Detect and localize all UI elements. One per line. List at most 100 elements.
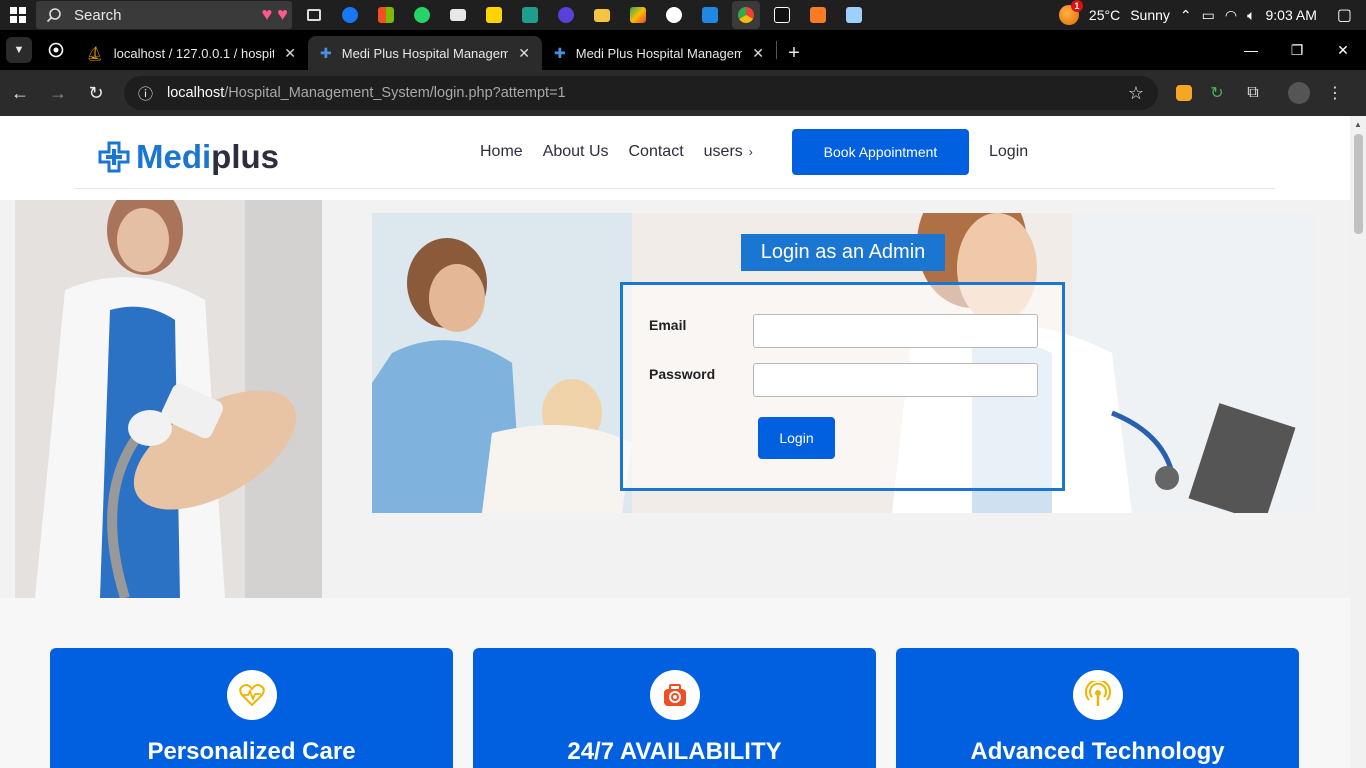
tr-app-icon[interactable] — [768, 1, 796, 29]
profile-avatar-icon[interactable] — [1288, 82, 1310, 104]
reload-icon[interactable]: ↻ — [78, 75, 114, 111]
nav-contact[interactable]: Contact — [629, 143, 684, 161]
features-section: Personalized Care 24/7 AVAILABILITY Adva… — [0, 598, 1350, 768]
close-icon[interactable]: ✕ — [518, 45, 530, 62]
main-nav: Home About Us Contact users › — [480, 143, 753, 161]
weather-temp: 25°C — [1088, 7, 1121, 23]
chevron-right-icon: › — [748, 145, 753, 159]
feature-title: 24/7 AVAILABILITY — [567, 738, 782, 765]
password-label: Password — [649, 366, 716, 382]
header-divider — [75, 188, 1275, 189]
tab-search-button[interactable]: ▼ — [0, 30, 38, 70]
plus-icon: + — [788, 41, 800, 64]
window-close-icon[interactable]: ✕ — [1320, 30, 1366, 70]
notification-icon[interactable]: ▢ — [1337, 5, 1352, 25]
web-page: Mediplus Home About Us Contact users › Bo… — [0, 116, 1350, 768]
login-submit-button[interactable]: Login — [758, 417, 835, 459]
whatsapp-icon[interactable] — [408, 1, 436, 29]
restore-icon[interactable]: ❐ — [1274, 30, 1320, 70]
url-path: /Hospital_Management_System/login.php?at… — [224, 85, 566, 101]
nav-about-us[interactable]: About Us — [543, 143, 609, 161]
feature-title: Personalized Care — [147, 738, 356, 765]
heart-pulse-icon — [227, 670, 277, 720]
windows-taskbar: Search ♥ ♥ 1 25°C Sunny ⌃ ▭ ◠ 🔈︎ 9:03 AM… — [0, 0, 1366, 30]
taskbar-search[interactable]: Search ♥ ♥ — [36, 1, 292, 29]
login-title: Login as an Admin — [741, 234, 945, 271]
nav-users-label: users — [703, 143, 743, 160]
extension-green-icon[interactable]: ↻ — [1206, 82, 1228, 104]
logo-text-plus: plus — [211, 138, 280, 175]
app-circle-icon[interactable] — [552, 1, 580, 29]
scrollbar-thumb[interactable] — [1354, 134, 1363, 234]
more-menu-icon[interactable]: ⋮ — [1324, 82, 1346, 104]
page-scrollbar[interactable]: ▲ — [1350, 116, 1366, 768]
weather-badge: 1 — [1070, 0, 1083, 12]
pinned-tab-chatgpt[interactable] — [38, 30, 74, 70]
windows-start-button[interactable] — [0, 0, 36, 30]
xampp-icon[interactable] — [804, 1, 832, 29]
file-explorer-icon[interactable] — [588, 1, 616, 29]
tab-medi-plus[interactable]: ✚ Medi Plus Hospital Managemen ✕ — [542, 36, 776, 70]
taskbar-search-placeholder: Search — [74, 6, 122, 24]
hero-section: Login as an Admin Email Password Login — [0, 200, 1350, 598]
chevron-up-icon[interactable]: ⌃ — [1180, 7, 1192, 24]
broadcast-icon — [1073, 670, 1123, 720]
site-logo[interactable]: Mediplus — [98, 138, 279, 176]
doctor-treatment-photo — [15, 200, 322, 598]
extensions-puzzle-icon[interactable]: ⧉ — [1242, 82, 1264, 104]
close-icon[interactable]: ✕ — [752, 45, 764, 62]
nav-home[interactable]: Home — [480, 143, 523, 161]
browser-toolbar: ← → ↻ ⓘ localhost/Hospital_Management_Sy… — [0, 70, 1366, 116]
weather-condition: Sunny — [1130, 7, 1170, 23]
feature-title: Advanced Technology — [970, 738, 1225, 765]
chrome-icon[interactable] — [732, 1, 760, 29]
chatgpt-icon — [48, 42, 64, 58]
url-host: localhost — [167, 85, 225, 101]
bookmark-star-icon[interactable]: ☆ — [1128, 83, 1144, 104]
logo-text-medi: Medi — [136, 138, 212, 175]
new-tab-button[interactable]: + — [777, 36, 811, 70]
email-field[interactable] — [753, 314, 1038, 348]
mediplus-favicon-icon: ✚ — [554, 44, 566, 61]
tab-title: Medi Plus Hospital Managemen — [575, 45, 743, 61]
sticky-notes-icon[interactable] — [480, 1, 508, 29]
forward-icon[interactable]: → — [40, 75, 76, 111]
wifi-icon[interactable]: ◠ — [1225, 7, 1237, 24]
close-icon[interactable]: ✕ — [284, 45, 296, 62]
vscode-icon[interactable] — [696, 1, 724, 29]
feature-card-availability: 24/7 AVAILABILITY — [473, 648, 876, 768]
mail-icon[interactable] — [444, 1, 472, 29]
extension-orange-icon[interactable] — [1176, 85, 1192, 101]
volume-icon[interactable]: 🔈︎ — [1247, 7, 1255, 24]
photos-icon[interactable] — [624, 1, 652, 29]
windows-logo-icon — [10, 7, 26, 23]
microsoft-store-icon[interactable] — [372, 1, 400, 29]
scroll-up-arrow-icon[interactable]: ▲ — [1354, 120, 1362, 129]
admin-login-form: Email Password Login — [620, 282, 1065, 491]
header-login-link[interactable]: Login — [989, 143, 1028, 161]
address-bar[interactable]: ⓘ localhost/Hospital_Management_System/l… — [124, 76, 1158, 110]
feature-card-advanced-technology: Advanced Technology — [896, 648, 1299, 768]
nav-users-dropdown[interactable]: users › — [704, 143, 753, 161]
site-info-icon[interactable]: ⓘ — [138, 83, 153, 104]
clock-time[interactable]: 9:03 AM — [1266, 7, 1317, 23]
browser-tab-strip: ▼ ⛵︎ localhost / 127.0.0.1 / hospital / … — [0, 30, 1366, 70]
weather-icon[interactable]: 1 — [1058, 0, 1083, 25]
feature-card-personalized-care: Personalized Care — [50, 648, 453, 768]
task-view-icon[interactable] — [300, 1, 328, 29]
battery-icon[interactable]: ▭ — [1202, 7, 1215, 24]
email-label: Email — [649, 317, 687, 333]
minimize-icon[interactable]: — — [1228, 30, 1274, 70]
password-field[interactable] — [753, 363, 1038, 397]
tab-title: localhost / 127.0.0.1 / hospital / — [113, 45, 275, 61]
notepad-icon[interactable] — [840, 1, 868, 29]
tab-phpmyadmin[interactable]: ⛵︎ localhost / 127.0.0.1 / hospital / ✕ — [74, 36, 308, 70]
mediplus-favicon-icon: ✚ — [320, 44, 332, 61]
book-appointment-button[interactable]: Book Appointment — [792, 129, 969, 175]
github-icon[interactable] — [660, 1, 688, 29]
chevron-down-icon: ▼ — [6, 37, 32, 63]
media-player-icon[interactable] — [516, 1, 544, 29]
facebook-icon[interactable] — [336, 1, 364, 29]
tab-medi-plus-active[interactable]: ✚ Medi Plus Hospital Managemen ✕ — [308, 36, 542, 70]
back-icon[interactable]: ← — [2, 75, 38, 111]
